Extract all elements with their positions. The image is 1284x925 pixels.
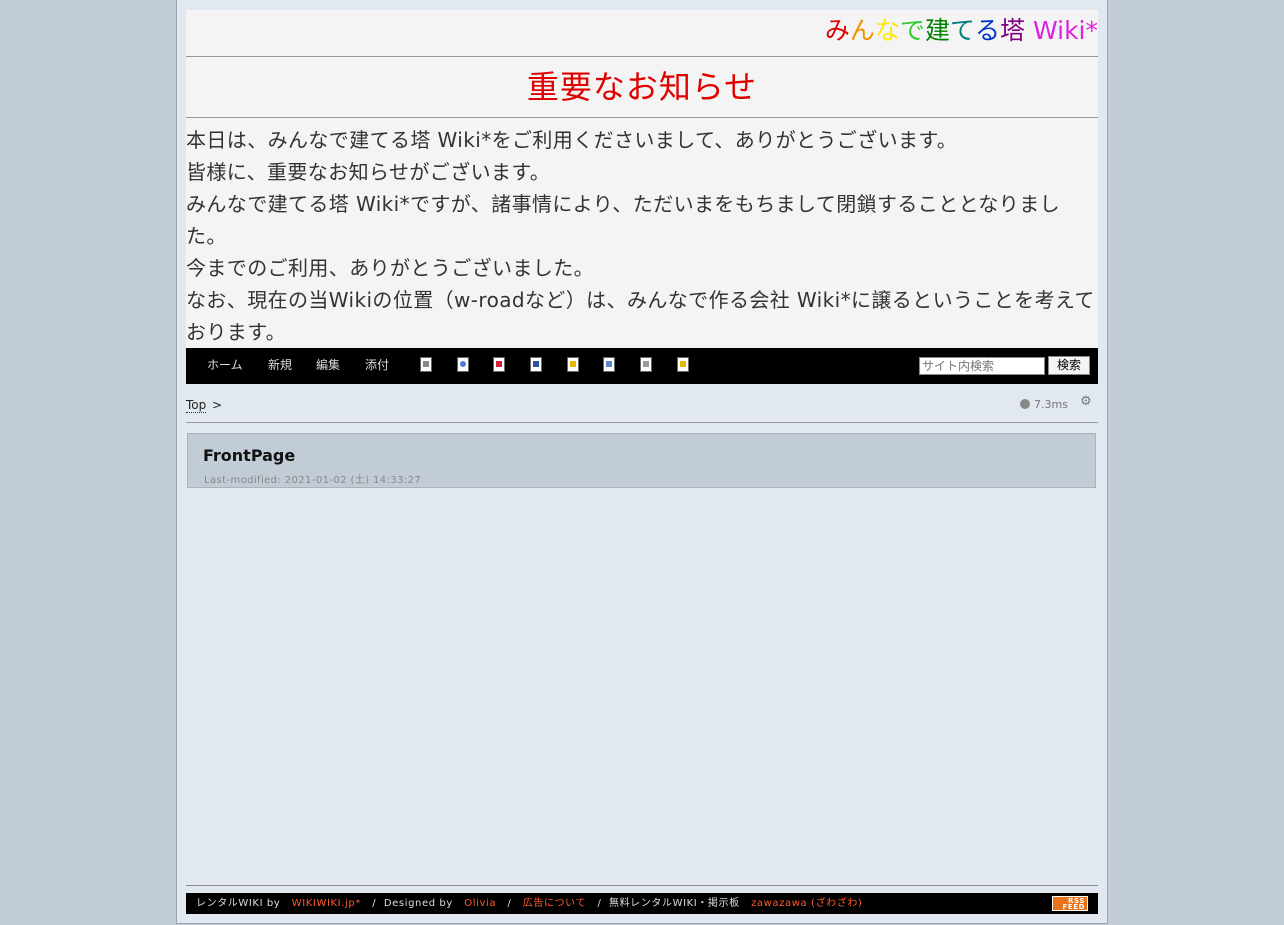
last-modified: Last-modified: 2021-01-02 (土) 14:33:27: [204, 475, 422, 486]
notice-line: おります。: [186, 320, 286, 344]
notice-line: なお、現在の当Wikiの位置（w-roadなど）は、みんなで作る会社 Wiki*…: [186, 288, 1095, 312]
notice-area: みんなで建てる塔 Wiki* 重要なお知らせ 本日は、みんなで建てる塔 Wiki…: [186, 10, 1098, 348]
footer-designed-by: Designed by: [383, 898, 453, 909]
footer-free-rental: 無料レンタルWIKI・掲示板: [608, 898, 740, 909]
olivia-link[interactable]: Olivia: [464, 898, 496, 909]
notice-line: た。: [186, 224, 227, 248]
ads-link[interactable]: 広告について: [523, 898, 586, 909]
page-wrapper: みんなで建てる塔 Wiki* 重要なお知らせ 本日は、みんなで建てる塔 Wiki…: [176, 0, 1108, 924]
site-title-char: ん: [849, 16, 875, 45]
search-doc-icon[interactable]: [457, 357, 469, 372]
content-column: みんなで建てる塔 Wiki* 重要なお知らせ 本日は、みんなで建てる塔 Wiki…: [186, 10, 1098, 488]
site-title-char: Wiki*: [1025, 16, 1098, 45]
site-title-char: で: [899, 16, 925, 45]
backup-icon[interactable]: [530, 357, 542, 372]
breadcrumb: Top > 7.3ms ⚙: [186, 384, 1098, 423]
notice-line: みんなで建てる塔 Wiki*ですが、諸事情により、ただいまをもちまして閉鎖するこ…: [186, 192, 1060, 216]
render-time: 7.3ms: [1034, 398, 1068, 411]
page-header-box: FrontPage Last-modified: 2021-01-02 (土) …: [187, 433, 1096, 488]
help-icon[interactable]: [677, 357, 689, 372]
nav-bar: ホーム 新規 編集 添付 検索: [186, 348, 1098, 384]
notice-line: 今までのご利用、ありがとうございました。: [186, 256, 594, 280]
nav-attach-link[interactable]: 添付: [365, 348, 389, 382]
speed-gauge-icon: [1020, 399, 1030, 409]
notice-body: 本日は、みんなで建てる塔 Wiki*をご利用くださいまして、ありがとうございます…: [186, 118, 1098, 348]
footer-separator: /: [507, 898, 512, 909]
feed-label: FEED: [1062, 903, 1085, 911]
site-title-char: 建: [924, 16, 950, 45]
diff-icon[interactable]: [603, 357, 615, 372]
wikiwiki-link[interactable]: WIKIWIKI.jp*: [292, 898, 361, 909]
footer-separator: /: [372, 898, 377, 909]
site-title-char: て: [949, 16, 975, 45]
search-button[interactable]: 検索: [1048, 356, 1090, 375]
footer: レンタルWIKI by WIKIWIKI.jp* / Designed by O…: [186, 885, 1098, 914]
breadcrumb-top-link[interactable]: Top: [186, 398, 207, 413]
notice-line: 皆様に、重要なお知らせがございます。: [186, 160, 551, 184]
nav-edit-link[interactable]: 編集: [316, 348, 340, 382]
recent-icon[interactable]: [493, 357, 505, 372]
site-title-char: る: [974, 16, 1000, 45]
site-title-char: み: [824, 16, 850, 45]
zawazawa-link[interactable]: zawazawa (ざわざわ): [751, 898, 862, 909]
footer-bar: レンタルWIKI by WIKIWIKI.jp* / Designed by O…: [186, 893, 1098, 914]
footer-rental-label: レンタルWIKI by: [196, 898, 281, 909]
page-title[interactable]: FrontPage: [203, 446, 295, 465]
nav-new-link[interactable]: 新規: [268, 348, 292, 382]
footer-separator: /: [597, 898, 602, 909]
new-doc-icon[interactable]: [640, 357, 652, 372]
notice-line: 本日は、みんなで建てる塔 Wiki*をご利用くださいまして、ありがとうございます…: [186, 128, 958, 152]
notice-heading: 重要なお知らせ: [186, 57, 1098, 118]
rss-feed-icon[interactable]: RSS FEED: [1052, 896, 1088, 911]
freeze-icon[interactable]: [567, 357, 579, 372]
breadcrumb-separator: >: [212, 398, 223, 412]
site-title[interactable]: みんなで建てる塔 Wiki*: [186, 10, 1098, 57]
site-title-char: 塔: [999, 16, 1025, 45]
nav-home-link[interactable]: ホーム: [207, 348, 243, 382]
search-input[interactable]: [919, 357, 1045, 375]
gear-icon[interactable]: ⚙: [1080, 394, 1092, 410]
site-title-char: な: [874, 16, 900, 45]
footer-text: レンタルWIKI by WIKIWIKI.jp* / Designed by O…: [196, 893, 862, 914]
list-icon[interactable]: [420, 357, 432, 372]
